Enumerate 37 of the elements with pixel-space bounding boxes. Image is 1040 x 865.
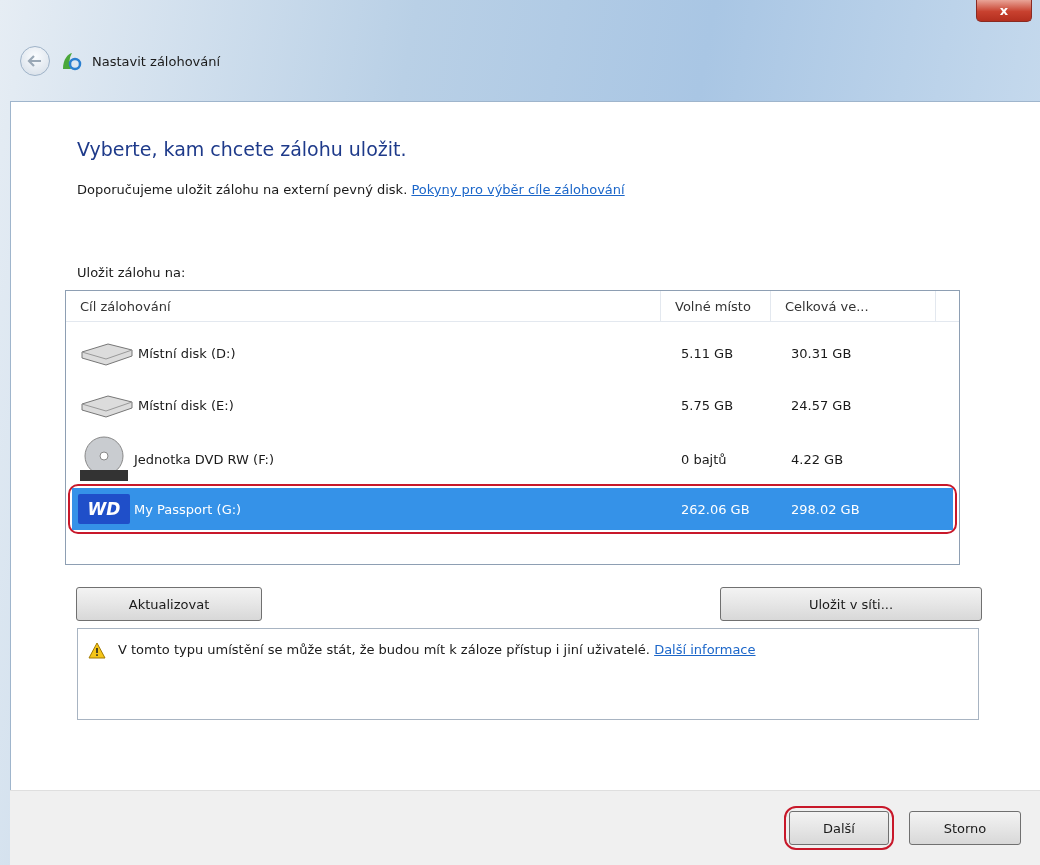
backup-icon bbox=[60, 51, 82, 71]
column-header[interactable]: Celková ve... bbox=[771, 291, 936, 321]
drive-row[interactable]: Místní disk (D:) 5.11 GB 30.31 GB bbox=[72, 332, 953, 374]
free-space: 262.06 GB bbox=[680, 501, 751, 517]
page-heading: Vyberte, kam chcete zálohu uložit. bbox=[77, 138, 408, 160]
drive-name: Jednotka DVD RW (F:) bbox=[134, 451, 275, 467]
more-info-link[interactable]: Další informace bbox=[654, 642, 756, 657]
warning-icon bbox=[88, 642, 106, 659]
total-size: 298.02 GB bbox=[790, 501, 861, 517]
back-arrow-icon bbox=[27, 54, 43, 68]
warning-text: V tomto typu umístění se může stát, že budou mít k záloze přístup i jiní uživatelé. Další informace bbox=[118, 641, 756, 659]
total-size: 30.31 GB bbox=[790, 345, 853, 361]
network-save-button[interactable]: Uložit v síti... bbox=[720, 587, 982, 621]
free-space: 5.75 GB bbox=[680, 397, 735, 413]
column-header[interactable]: Volné místo bbox=[661, 291, 771, 321]
drive-row[interactable]: Místní disk (E:) 5.75 GB 24.57 GB bbox=[72, 384, 953, 426]
free-space: 5.11 GB bbox=[680, 345, 735, 361]
drive-logo: WD bbox=[78, 494, 130, 524]
free-space: 0 bajtů bbox=[680, 451, 728, 467]
next-button[interactable]: Další bbox=[789, 811, 889, 845]
back-button[interactable] bbox=[20, 46, 50, 76]
total-size: 4.22 GB bbox=[790, 451, 845, 467]
total-size: 24.57 GB bbox=[790, 397, 853, 413]
drive-row[interactable]: Jednotka DVD RW (F:) 0 bajtů 4.22 GB bbox=[72, 436, 953, 478]
cancel-button[interactable]: Storno bbox=[909, 811, 1021, 845]
guidelines-link[interactable]: Pokyny pro výběr cíle zálohování bbox=[411, 182, 625, 197]
column-header[interactable]: Cíl zálohování bbox=[66, 291, 661, 321]
intro-text: Doporučujeme uložit zálohu na externí pevný disk. Pokyny pro výběr cíle zálohování bbox=[77, 182, 626, 197]
drive-name: My Passport (G:) bbox=[134, 501, 242, 517]
drive-row[interactable]: WD My Passport (G:) 262.06 GB 298.02 GB bbox=[72, 488, 953, 530]
optical-drive-icon bbox=[78, 436, 130, 482]
close-button[interactable]: x bbox=[976, 0, 1032, 22]
window-title: Nastavit zálohování bbox=[92, 53, 221, 69]
drive-name: Místní disk (D:) bbox=[138, 345, 236, 361]
drive-name: Místní disk (E:) bbox=[138, 397, 234, 413]
list-label: Uložit zálohu na: bbox=[77, 265, 187, 280]
refresh-button[interactable]: Aktualizovat bbox=[76, 587, 262, 621]
